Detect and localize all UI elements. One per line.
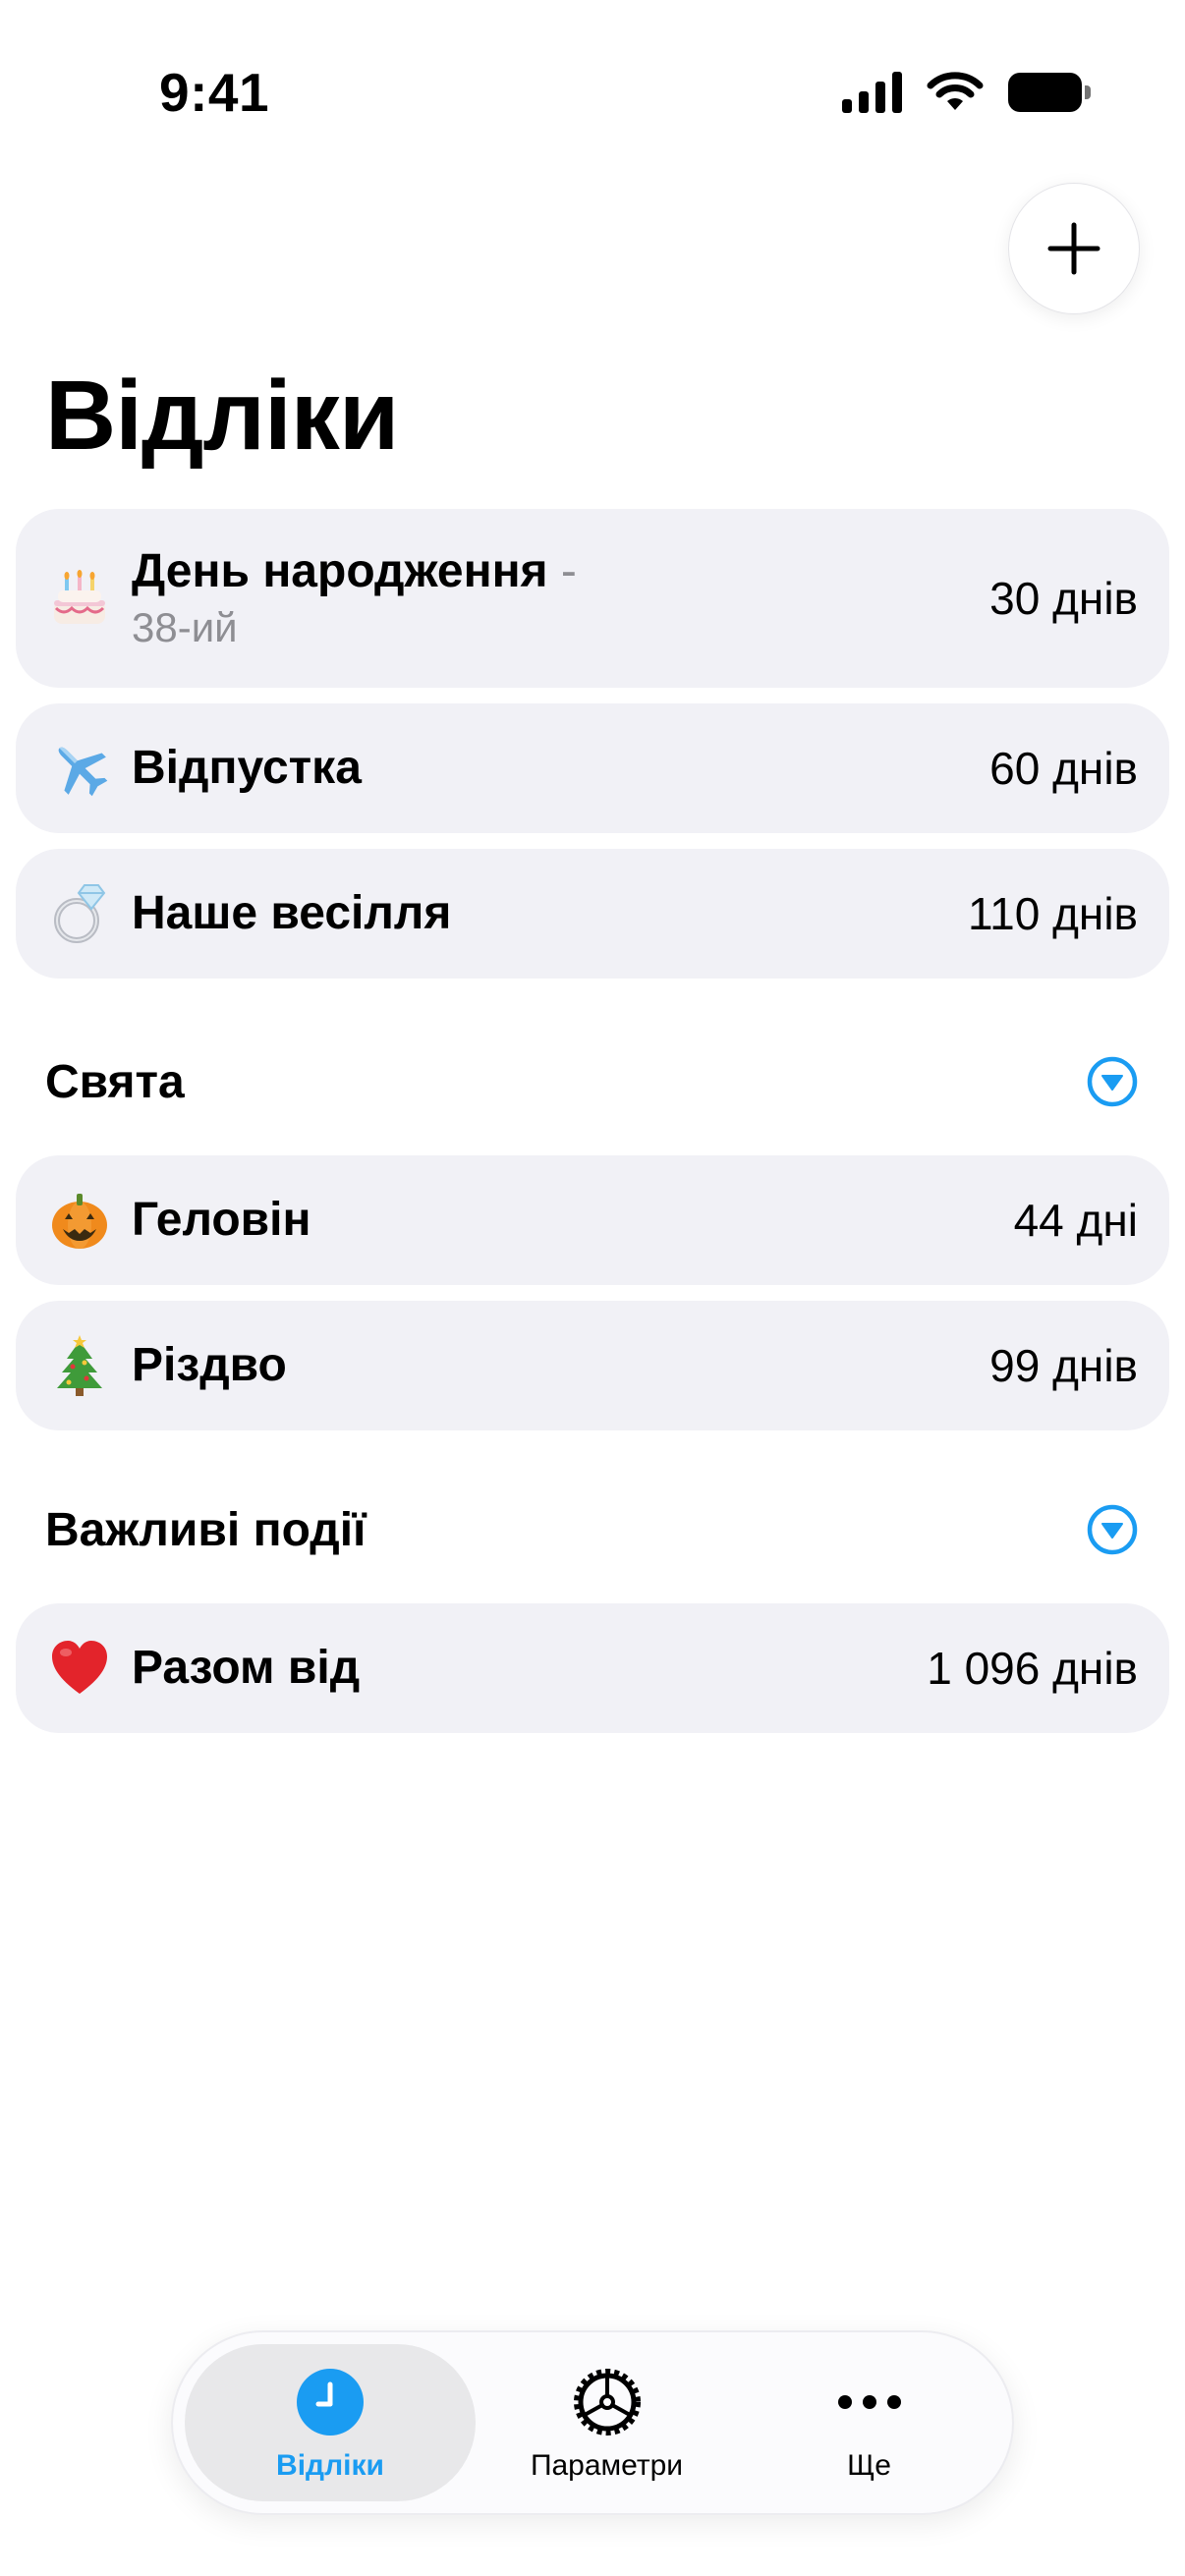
countdown-title: Разом від — [132, 1642, 361, 1694]
countdown-value: 1 096 днів — [927, 1643, 1138, 1694]
countdown-value: 44 дні — [1013, 1195, 1138, 1246]
countdown-title: Геловін — [132, 1194, 311, 1246]
birthday-cake-icon — [43, 562, 116, 635]
countdown-subtitle: 38-ий — [132, 604, 238, 650]
tab-more[interactable]: Ще — [738, 2344, 1000, 2501]
ring-icon — [43, 877, 116, 950]
countdown-row-together-since[interactable]: Разом від 1 096 днів — [16, 1603, 1169, 1733]
section-title: Важливі події — [45, 1503, 367, 1556]
status-bar: 9:41 — [0, 0, 1185, 187]
tab-countdowns[interactable]: Відліки — [185, 2344, 476, 2501]
countdown-value: 30 днів — [989, 573, 1138, 624]
page-title: Відліки — [45, 361, 399, 471]
airplane-icon — [43, 732, 116, 805]
status-icons — [842, 71, 1091, 114]
more-ellipsis-icon — [830, 2363, 909, 2441]
section-title: Свята — [45, 1055, 185, 1108]
countdown-title: Відпустка — [132, 742, 362, 794]
countdown-row-halloween[interactable]: Геловін 44 дні — [16, 1155, 1169, 1285]
section-header-holidays: Свята — [45, 1047, 1140, 1116]
chevron-down-circle-icon — [1087, 1056, 1138, 1107]
section-toggle-button[interactable] — [1085, 1054, 1140, 1109]
countdown-value: 60 днів — [989, 743, 1138, 794]
heart-icon — [43, 1632, 116, 1705]
add-countdown-button[interactable] — [1008, 183, 1140, 314]
cellular-signal-icon — [842, 72, 902, 113]
countdown-value: 99 днів — [989, 1340, 1138, 1391]
chevron-down-circle-icon — [1087, 1504, 1138, 1555]
status-time: 9:41 — [159, 62, 270, 123]
countdown-value: 110 днів — [967, 888, 1138, 939]
wifi-icon — [927, 72, 984, 110]
tab-label: Ще — [847, 2449, 891, 2482]
pumpkin-icon — [43, 1184, 116, 1257]
countdown-title: Наше весілля — [132, 887, 452, 939]
clock-icon — [291, 2363, 369, 2441]
tab-label: Відліки — [276, 2449, 384, 2482]
tab-bar: Відліки Параметри Ще — [171, 2330, 1014, 2515]
plus-icon — [1047, 222, 1100, 275]
christmas-tree-icon — [43, 1329, 116, 1402]
countdown-title: Різдво — [132, 1339, 287, 1391]
countdown-row-birthday[interactable]: День народження - 38-ий 30 днів — [16, 509, 1169, 688]
countdown-row-wedding[interactable]: Наше весілля 110 днів — [16, 849, 1169, 979]
battery-icon — [1008, 73, 1091, 112]
tab-settings[interactable]: Параметри — [476, 2344, 738, 2501]
countdown-row-christmas[interactable]: Різдво 99 днів — [16, 1301, 1169, 1430]
settings-gear-icon — [568, 2363, 647, 2441]
section-header-important-events: Важливі події — [45, 1495, 1140, 1564]
title-separator: - — [560, 545, 577, 597]
tab-label: Параметри — [530, 2449, 684, 2482]
countdown-texts: День народження - 38-ий — [132, 543, 970, 653]
section-toggle-button[interactable] — [1085, 1502, 1140, 1557]
countdown-row-vacation[interactable]: Відпустка 60 днів — [16, 703, 1169, 833]
countdown-title: День народження — [132, 545, 548, 597]
